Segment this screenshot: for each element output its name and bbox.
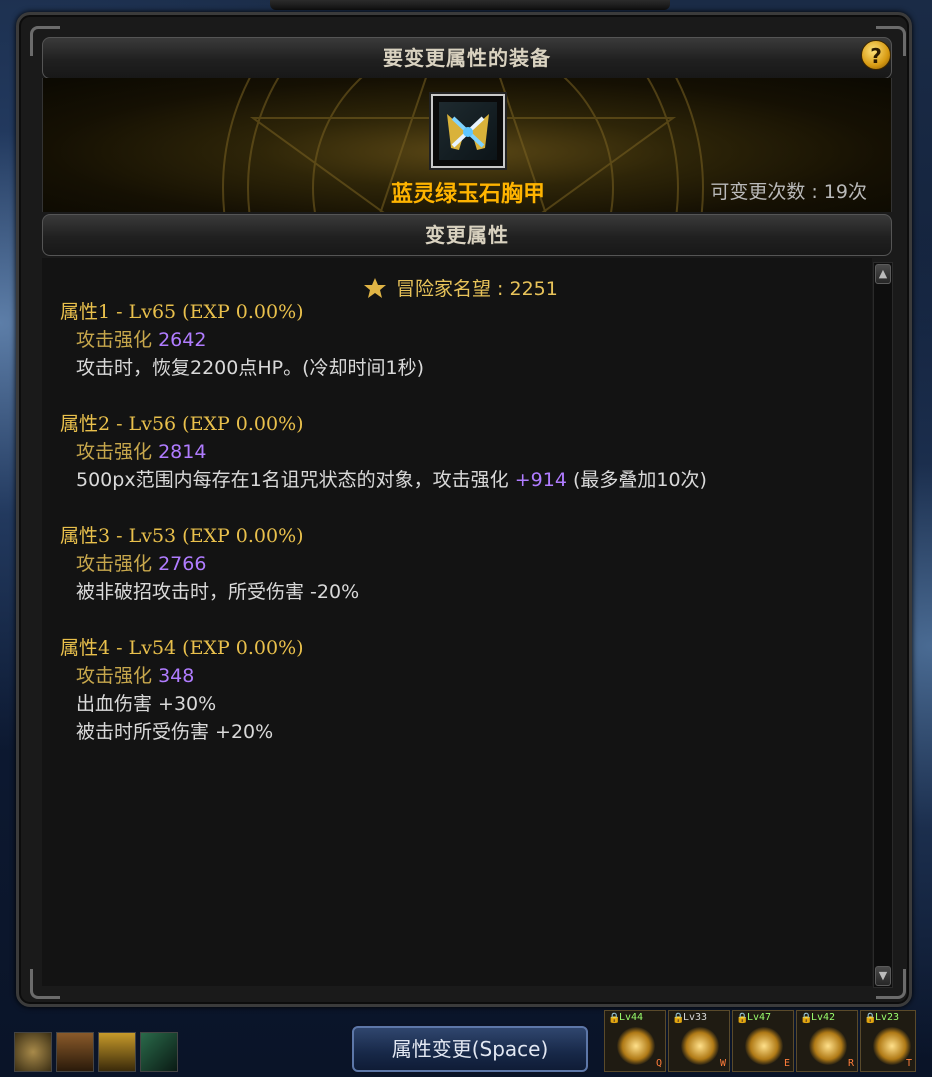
stat-label: 攻击强化 (76, 553, 153, 575)
fame-row: 冒险家名望 : 2251 (362, 274, 558, 301)
attribute-stat: 攻击强化 2642 (60, 326, 424, 354)
scrollbar[interactable]: ▲ ▼ (873, 262, 893, 988)
effect-value: +914 (514, 469, 567, 491)
skill-bar: 🔒 Lv44 Q 🔒 Lv33 W 🔒 Lv47 E 🔒 Lv42 R 🔒 Lv… (604, 1010, 916, 1072)
skill-icon (617, 1027, 655, 1065)
attribute-block-3: 属性3 - Lv53 (EXP 0.00%) 攻击强化 2766 被非破招攻击时… (60, 522, 359, 606)
attribute-effect: 出血伤害 +30% (76, 693, 217, 715)
fame-label: 冒险家名望 : 2251 (396, 278, 558, 300)
skill-key: T (905, 1058, 912, 1069)
equipment-banner: 蓝灵绿玉石胸甲 可变更次数 : 19次 (42, 78, 892, 212)
stat-label: 攻击强化 (76, 441, 153, 463)
quick-slot[interactable] (140, 1032, 178, 1072)
effect-suffix: (最多叠加10次) (572, 469, 707, 491)
attribute-title: 属性2 - Lv56 (EXP 0.00%) (60, 413, 304, 435)
skill-slot[interactable]: 🔒 Lv47 E (732, 1010, 794, 1072)
stat-label: 攻击强化 (76, 665, 153, 687)
help-icon[interactable]: ? (861, 40, 891, 70)
effect-text: 500px范围内每存在1名诅咒状态的对象，攻击强化 (76, 469, 509, 491)
skill-key: Q (655, 1058, 662, 1069)
attribute-effect: 被非破招攻击时，所受伤害 -20% (76, 581, 360, 603)
skill-slot[interactable]: 🔒 Lv44 Q (604, 1010, 666, 1072)
skill-slot[interactable]: 🔒 Lv33 W (668, 1010, 730, 1072)
attribute-title: 属性3 - Lv53 (EXP 0.00%) (60, 525, 304, 547)
attribute-title: 属性1 - Lv65 (EXP 0.00%) (60, 301, 304, 323)
skill-icon (745, 1027, 783, 1065)
skill-level: Lv33 (683, 1012, 708, 1023)
skill-key: R (847, 1058, 854, 1069)
attribute-block-4: 属性4 - Lv54 (EXP 0.00%) 攻击强化 348 出血伤害 +30… (60, 634, 304, 746)
skill-icon (681, 1027, 719, 1065)
attribute-list-panel: 冒险家名望 : 2251 属性1 - Lv65 (EXP 0.00%) 攻击强化… (42, 258, 872, 986)
attribute-effect: 500px范围内每存在1名诅咒状态的对象，攻击强化 +914 (最多叠加10次) (60, 466, 707, 494)
attribute-effect: 攻击时，恢复2200点HP。(冷却时间1秒) (76, 357, 425, 379)
change-count: 可变更次数 : 19次 (710, 181, 867, 203)
quick-slot[interactable] (14, 1032, 52, 1072)
skill-level: Lv44 (619, 1012, 644, 1023)
skill-level: Lv42 (811, 1012, 836, 1023)
quick-slot[interactable] (98, 1032, 136, 1072)
skill-key: W (719, 1058, 726, 1069)
stat-value: 348 (158, 665, 195, 687)
stat-label: 攻击强化 (76, 329, 153, 351)
skill-key: E (783, 1058, 790, 1069)
quick-slots (14, 1032, 178, 1072)
stat-value: 2814 (158, 441, 207, 463)
stat-value: 2642 (158, 329, 207, 351)
quick-slot[interactable] (56, 1032, 94, 1072)
equip-section-header: 要变更属性的装备 (42, 37, 892, 79)
scroll-down-icon[interactable]: ▼ (875, 966, 891, 986)
attribute-block-2: 属性2 - Lv56 (EXP 0.00%) 攻击强化 2814 500px范围… (60, 410, 707, 494)
skill-slot[interactable]: 🔒 Lv23 T (860, 1010, 916, 1072)
attribute-stat: 攻击强化 2766 (60, 550, 359, 578)
fame-star-icon (364, 277, 386, 298)
skill-level: Lv23 (875, 1012, 900, 1023)
attribute-stat: 攻击强化 2814 (60, 438, 707, 466)
attribute-block-1: 属性1 - Lv65 (EXP 0.00%) 攻击强化 2642 攻击时，恢复2… (60, 298, 424, 382)
scroll-up-icon[interactable]: ▲ (875, 264, 891, 284)
top-bar (270, 0, 670, 10)
attribute-change-button[interactable]: 属性变更(Space) (352, 1026, 588, 1072)
skill-icon (809, 1027, 847, 1065)
skill-level: Lv47 (747, 1012, 772, 1023)
skill-slot[interactable]: 🔒 Lv42 R (796, 1010, 858, 1072)
change-section-header: 变更属性 (42, 214, 892, 256)
attribute-title: 属性4 - Lv54 (EXP 0.00%) (60, 637, 304, 659)
attribute-stat: 攻击强化 348 (60, 662, 304, 690)
attribute-effect: 被击时所受伤害 +20% (76, 721, 274, 743)
equipment-slot[interactable] (431, 94, 505, 168)
chest-armor-icon (439, 102, 497, 160)
stat-value: 2766 (158, 553, 207, 575)
